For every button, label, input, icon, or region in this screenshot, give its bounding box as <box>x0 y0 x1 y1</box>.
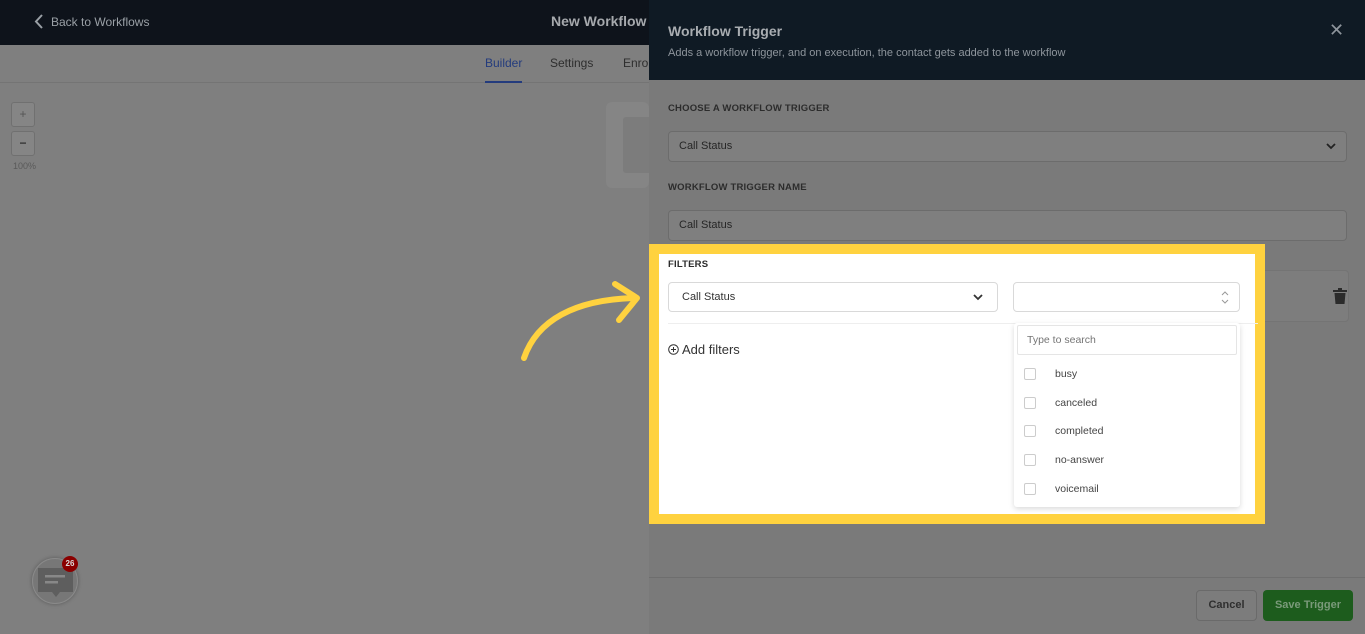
option-completed[interactable]: completed <box>1024 425 1103 437</box>
highlight-box: FILTERS Call Status Add filters busy can… <box>649 244 1265 524</box>
trigger-name-input[interactable]: Call Status <box>668 210 1347 241</box>
trigger-select[interactable]: Call Status <box>668 131 1347 162</box>
checkbox[interactable] <box>1024 454 1036 466</box>
panel-subtitle: Adds a workflow trigger, and on executio… <box>668 47 1066 59</box>
tab-enrollment[interactable]: Enro <box>623 56 648 70</box>
option-label: voicemail <box>1055 483 1099 495</box>
close-icon[interactable]: ✕ <box>1329 20 1344 41</box>
panel-header <box>649 0 1365 80</box>
tab-settings[interactable]: Settings <box>550 56 593 70</box>
add-filters-label: Add filters <box>682 342 740 357</box>
option-no-answer[interactable]: no-answer <box>1024 454 1104 466</box>
cancel-button[interactable]: Cancel <box>1196 590 1257 621</box>
checkbox[interactable] <box>1024 397 1036 409</box>
filter-field-value: Call Status <box>682 291 736 303</box>
option-voicemail[interactable]: voicemail <box>1024 483 1099 495</box>
footer-divider <box>649 577 1365 578</box>
chevron-down-icon <box>973 294 983 301</box>
option-label: completed <box>1055 425 1104 437</box>
trigger-node[interactable] <box>606 102 649 188</box>
back-to-workflows-link[interactable]: Back to Workflows <box>34 14 149 29</box>
option-busy[interactable]: busy <box>1024 368 1077 380</box>
trash-icon[interactable] <box>1333 288 1347 304</box>
zoom-level: 100% <box>13 161 37 171</box>
zoom-in-button[interactable]: + <box>11 102 35 127</box>
choose-trigger-label: CHOOSE A WORKFLOW TRIGGER <box>668 103 830 114</box>
add-filters-button[interactable]: Add filters <box>668 342 740 357</box>
option-canceled[interactable]: canceled <box>1024 397 1097 409</box>
option-label: no-answer <box>1055 454 1105 466</box>
up-down-chevron-icon <box>1221 291 1229 304</box>
option-label: busy <box>1055 368 1078 380</box>
tab-builder[interactable]: Builder <box>485 56 523 83</box>
plus-circle-icon <box>668 344 679 355</box>
workflow-title: New Workflow <box>551 13 647 29</box>
filter-options-dropdown: busy canceled completed no-answer voicem… <box>1014 323 1240 507</box>
annotation-arrow-icon <box>521 281 640 361</box>
trigger-name-label: WORKFLOW TRIGGER NAME <box>668 182 807 193</box>
panel-title: Workflow Trigger <box>668 23 783 39</box>
notification-badge: 26 <box>62 556 78 572</box>
filters-label: FILTERS <box>668 259 709 270</box>
save-trigger-button[interactable]: Save Trigger <box>1263 590 1353 621</box>
checkbox[interactable] <box>1024 483 1036 495</box>
trigger-select-value: Call Status <box>679 140 733 152</box>
option-label: canceled <box>1055 397 1098 409</box>
filter-field-select[interactable]: Call Status <box>668 282 998 312</box>
zoom-out-button[interactable]: − <box>11 131 35 156</box>
checkbox[interactable] <box>1024 368 1036 380</box>
chevron-down-icon <box>1326 143 1336 150</box>
checkbox[interactable] <box>1024 425 1036 437</box>
back-label: Back to Workflows <box>51 14 150 29</box>
options-search-input[interactable] <box>1017 325 1237 355</box>
filter-value-select[interactable] <box>1013 282 1240 312</box>
chevron-left-icon <box>34 14 43 29</box>
